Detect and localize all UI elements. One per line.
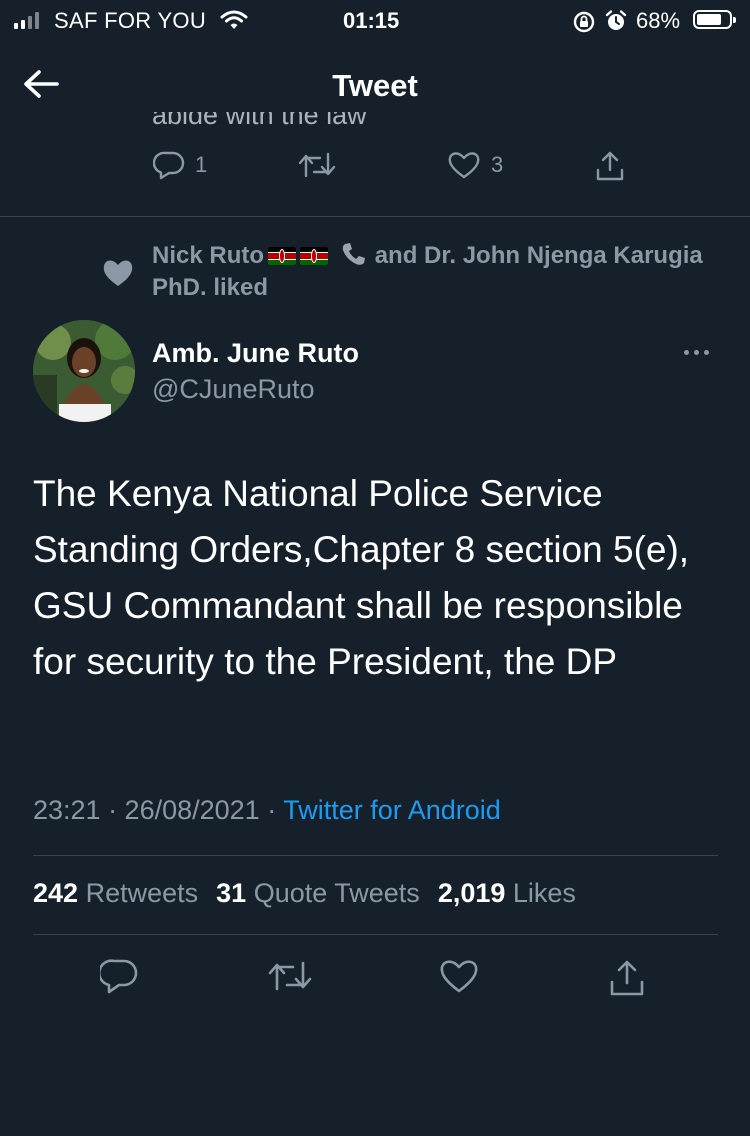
tweet-source-link[interactable]: Twitter for Android bbox=[283, 795, 501, 825]
reply-button[interactable]: 1 bbox=[153, 150, 207, 180]
retweet-icon bbox=[298, 152, 336, 178]
share-button[interactable] bbox=[594, 150, 626, 182]
author-handle[interactable]: @CJuneRuto bbox=[152, 374, 315, 405]
rotation-lock-icon bbox=[572, 10, 596, 34]
divider bbox=[33, 855, 718, 856]
top-nav-bar: Tweet bbox=[0, 42, 750, 128]
tweet-text: The Kenya National Police Service Standi… bbox=[33, 473, 690, 682]
retweet-button[interactable] bbox=[268, 958, 312, 994]
share-button[interactable] bbox=[608, 958, 646, 998]
tweet-actions bbox=[0, 958, 750, 1002]
alarm-icon bbox=[604, 9, 628, 33]
status-time: 01:15 bbox=[343, 8, 400, 33]
retweets-stat[interactable]: 242 Retweets bbox=[33, 878, 198, 908]
liked-heart-icon bbox=[102, 258, 134, 288]
quote-tweets-label: Quote Tweets bbox=[253, 878, 420, 908]
like-button[interactable]: 3 bbox=[447, 150, 503, 180]
retweets-count: 242 bbox=[33, 878, 79, 908]
tweet-metadata: 23:21 · 26/08/2021 · Twitter for Android bbox=[33, 795, 501, 826]
carrier-name: SAF FOR YOU bbox=[54, 8, 207, 33]
wifi-icon bbox=[220, 10, 248, 30]
kenya-flag-icon bbox=[300, 247, 329, 265]
author-name[interactable]: Amb. June Ruto bbox=[152, 338, 359, 369]
quote-tweets-stat[interactable]: 31 Quote Tweets bbox=[216, 878, 420, 908]
share-icon bbox=[596, 151, 624, 181]
retweet-button[interactable] bbox=[298, 150, 336, 180]
retweet-icon bbox=[268, 961, 312, 991]
page-title: Tweet bbox=[332, 68, 418, 103]
likes-label: Likes bbox=[512, 878, 576, 908]
share-icon bbox=[610, 960, 644, 996]
liker-name: Nick Ruto bbox=[152, 242, 265, 269]
reply-count: 1 bbox=[195, 152, 208, 177]
reply-icon bbox=[100, 959, 138, 994]
like-button[interactable] bbox=[439, 958, 479, 994]
battery-icon bbox=[693, 10, 736, 29]
more-options-icon[interactable] bbox=[684, 350, 709, 355]
previous-tweet-actions: 1 3 bbox=[0, 150, 750, 198]
telephone-icon bbox=[339, 241, 369, 267]
heart-icon bbox=[440, 960, 478, 993]
divider bbox=[33, 934, 718, 935]
reply-icon bbox=[153, 151, 185, 180]
heart-icon bbox=[448, 152, 480, 179]
battery-percent: 68% bbox=[636, 8, 681, 33]
kenya-flag-icon bbox=[268, 247, 297, 265]
avatar[interactable] bbox=[33, 320, 135, 422]
tweet-stats: 242 Retweets 31 Quote Tweets 2,019 Likes bbox=[33, 878, 576, 909]
likes-stat[interactable]: 2,019 Likes bbox=[438, 878, 576, 908]
reply-button[interactable] bbox=[100, 958, 138, 994]
tweet-timestamp: 23:21 · 26/08/2021 · bbox=[33, 795, 277, 825]
quote-tweets-count: 31 bbox=[216, 878, 247, 908]
signal-icon bbox=[14, 11, 39, 29]
retweets-label: Retweets bbox=[85, 878, 199, 908]
likes-count: 2,019 bbox=[437, 878, 506, 908]
like-count: 3 bbox=[491, 152, 504, 177]
status-bar: SAF FOR YOU 01:15 68% bbox=[0, 0, 750, 42]
divider bbox=[0, 216, 750, 217]
social-context[interactable]: Nick Ruto and Dr. John Njenga Karugia Ph… bbox=[152, 240, 712, 304]
